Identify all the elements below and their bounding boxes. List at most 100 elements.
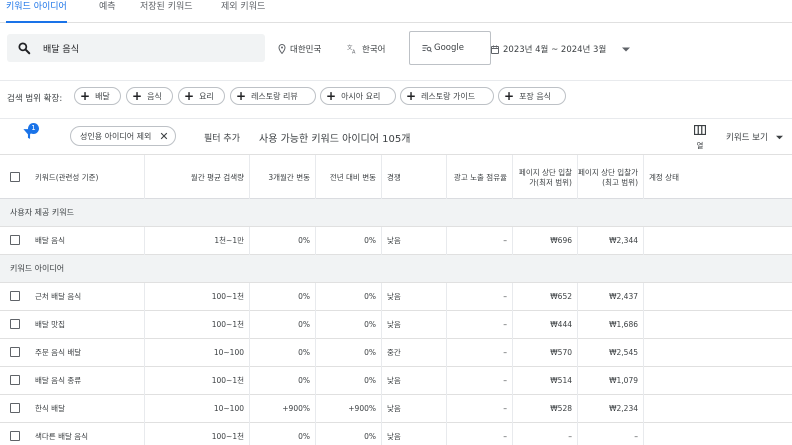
row-checkbox[interactable] [10, 319, 20, 329]
location-selector[interactable]: 대한민국 [278, 43, 321, 55]
cell-impression-share: – [447, 311, 513, 339]
tab-saved-keywords[interactable]: 저장된 키워드 [140, 0, 193, 23]
cell-bid-low: ₩570 [513, 339, 578, 367]
header-keyword[interactable]: 키워드(관련성 기준) [30, 155, 145, 200]
table-row[interactable]: 주문 음식 배달 10~100 0% 0% 중간 – ₩570 ₩2,545 [0, 339, 792, 367]
location-label: 대한민국 [290, 45, 322, 55]
header-bid-high[interactable]: 페이지 상단 입찰가(최고 범위) [578, 155, 644, 200]
row-checkbox[interactable] [10, 431, 20, 441]
close-icon[interactable]: ✕ [159, 130, 168, 143]
cell-monthly-volume: 10~100 [145, 339, 250, 367]
available-ideas-count: 사용 가능한 키워드 아이디어 105개 [259, 134, 411, 145]
cell-impression-share: – [447, 423, 513, 445]
cell-bid-low: – [513, 423, 578, 445]
date-range-label: 2023년 4월 ~ 2024년 3월 [503, 45, 607, 55]
active-filter-chip[interactable]: 성인용 아이디어 제외 ✕ [70, 126, 176, 146]
calendar-icon [491, 45, 499, 54]
cell-bid-low: ₩696 [513, 227, 578, 255]
table-row[interactable]: 배달 맛집 100~1천 0% 0% 낮음 – ₩444 ₩1,686 [0, 311, 792, 339]
header-impression-share[interactable]: 광고 노출 점유율 [447, 155, 513, 200]
scope-chip-restaurant-review[interactable]: + 레스토랑 리뷰 [230, 87, 316, 105]
row-checkbox[interactable] [10, 375, 20, 385]
cell-bid-low: ₩528 [513, 395, 578, 423]
tab-bar: 키워드 아이디어 예측 저장된 키워드 제외 키워드 [0, 0, 792, 23]
cell-competition: 낮음 [382, 367, 447, 395]
plus-icon: + [236, 89, 247, 103]
cell-account-status [644, 283, 792, 311]
cell-yoy-change: 0% [316, 339, 382, 367]
search-network-icon [422, 44, 432, 52]
header-bid-low[interactable]: 페이지 상단 입찰가(최저 범위) [513, 155, 578, 200]
search-input[interactable]: 배달 음식 [7, 34, 265, 62]
cell-account-status [644, 339, 792, 367]
row-checkbox[interactable] [10, 291, 20, 301]
table-row[interactable]: 한식 배달 10~100 +900% +900% 낮음 – ₩528 ₩2,234 [0, 395, 792, 423]
cell-account-status [644, 395, 792, 423]
header-yoy-change[interactable]: 전년 대비 변동 [316, 155, 382, 200]
table-row[interactable]: 배달 음식 종류 100~1천 0% 0% 낮음 – ₩514 ₩1,079 [0, 367, 792, 395]
cell-competition: 낮음 [382, 227, 447, 255]
cell-three-month-change: 0% [250, 227, 316, 255]
scope-chip-takeout[interactable]: + 포장 음식 [498, 87, 566, 105]
select-all-checkbox[interactable] [10, 172, 20, 182]
tab-negative-keywords[interactable]: 제외 키워드 [221, 0, 265, 23]
network-selector[interactable]: Google [409, 31, 491, 65]
search-bar: 배달 음식 대한민국 文A 한국어 Google 2023년 4월 ~ 2024… [0, 24, 792, 72]
cell-monthly-volume: 100~1천 [145, 283, 250, 311]
cell-keyword: 한식 배달 [30, 395, 145, 423]
scope-chip-cooking[interactable]: + 요리 [178, 87, 225, 105]
table-row[interactable]: 근처 배달 음식 100~1천 0% 0% 낮음 – ₩652 ₩2,437 [0, 283, 792, 311]
cell-monthly-volume: 100~1천 [145, 423, 250, 445]
scope-chip-label: 포장 음식 [519, 91, 552, 101]
section-user-provided: 사용자 제공 키워드 [0, 199, 792, 227]
tab-forecast[interactable]: 예측 [99, 0, 116, 23]
add-filter-button[interactable]: 필터 추가 [204, 131, 240, 144]
scope-expansion: 검색 범위 확장: + 배달 + 음식 + 요리 + 레스토랑 리뷰 + 아시아 요리 +… [0, 80, 792, 110]
tab-keyword-ideas[interactable]: 키워드 아이디어 [6, 0, 67, 23]
table-header: 키워드(관련성 기준) 월간 평균 검색량 3개월간 변동 전년 대비 변동 경… [0, 154, 792, 200]
header-competition[interactable]: 경쟁 [382, 155, 447, 200]
cell-impression-share: – [447, 283, 513, 311]
scope-chip-label: 배달 [95, 91, 110, 101]
row-checkbox[interactable] [10, 347, 20, 357]
row-checkbox[interactable] [10, 403, 20, 413]
cell-account-status [644, 227, 792, 255]
cell-account-status [644, 311, 792, 339]
cell-three-month-change: 0% [250, 339, 316, 367]
cell-keyword: 배달 맛집 [30, 311, 145, 339]
plus-icon: + [504, 89, 515, 103]
language-selector[interactable]: 文A 한국어 [347, 43, 385, 55]
header-three-month-change[interactable]: 3개월간 변동 [250, 155, 316, 200]
header-monthly-volume[interactable]: 월간 평균 검색량 [145, 155, 250, 200]
scope-chip-label: 레스토랑 리뷰 [251, 91, 298, 101]
plus-icon: + [406, 89, 417, 103]
scope-chip-label: 레스토랑 가이드 [421, 91, 476, 101]
cell-bid-low: ₩444 [513, 311, 578, 339]
cell-bid-low: ₩652 [513, 283, 578, 311]
cell-impression-share: – [447, 367, 513, 395]
plus-icon: + [80, 89, 91, 103]
columns-icon [693, 124, 707, 136]
table-row[interactable]: 배달 음식 1천~1만 0% 0% 낮음 – ₩696 ₩2,344 [0, 227, 792, 255]
scope-chip-delivery[interactable]: + 배달 [74, 87, 121, 105]
row-checkbox[interactable] [10, 235, 20, 245]
location-pin-icon [278, 44, 286, 54]
cell-monthly-volume: 10~100 [145, 395, 250, 423]
cell-three-month-change: +900% [250, 395, 316, 423]
scope-chip-asian-cuisine[interactable]: + 아시아 요리 [320, 87, 396, 105]
columns-button[interactable]: 열 [689, 124, 711, 151]
cell-competition: 낮음 [382, 395, 447, 423]
scope-chip-restaurant-guide[interactable]: + 레스토랑 가이드 [400, 87, 494, 105]
table-row[interactable]: 색다른 배달 음식 100~1천 0% 0% 낮음 – – – [0, 423, 792, 445]
cell-account-status [644, 423, 792, 445]
cell-impression-share: – [447, 395, 513, 423]
scope-chip-food[interactable]: + 음식 [126, 87, 173, 105]
keyword-view-button[interactable]: 키워드 보기 [726, 131, 783, 143]
cell-keyword: 주문 음식 배달 [30, 339, 145, 367]
language-label: 한국어 [362, 45, 386, 55]
plus-icon: + [184, 89, 195, 103]
cell-bid-high: ₩1,686 [578, 311, 644, 339]
cell-bid-high: ₩1,079 [578, 367, 644, 395]
date-range-selector[interactable]: 2023년 4월 ~ 2024년 3월 [491, 43, 634, 55]
cell-three-month-change: 0% [250, 311, 316, 339]
